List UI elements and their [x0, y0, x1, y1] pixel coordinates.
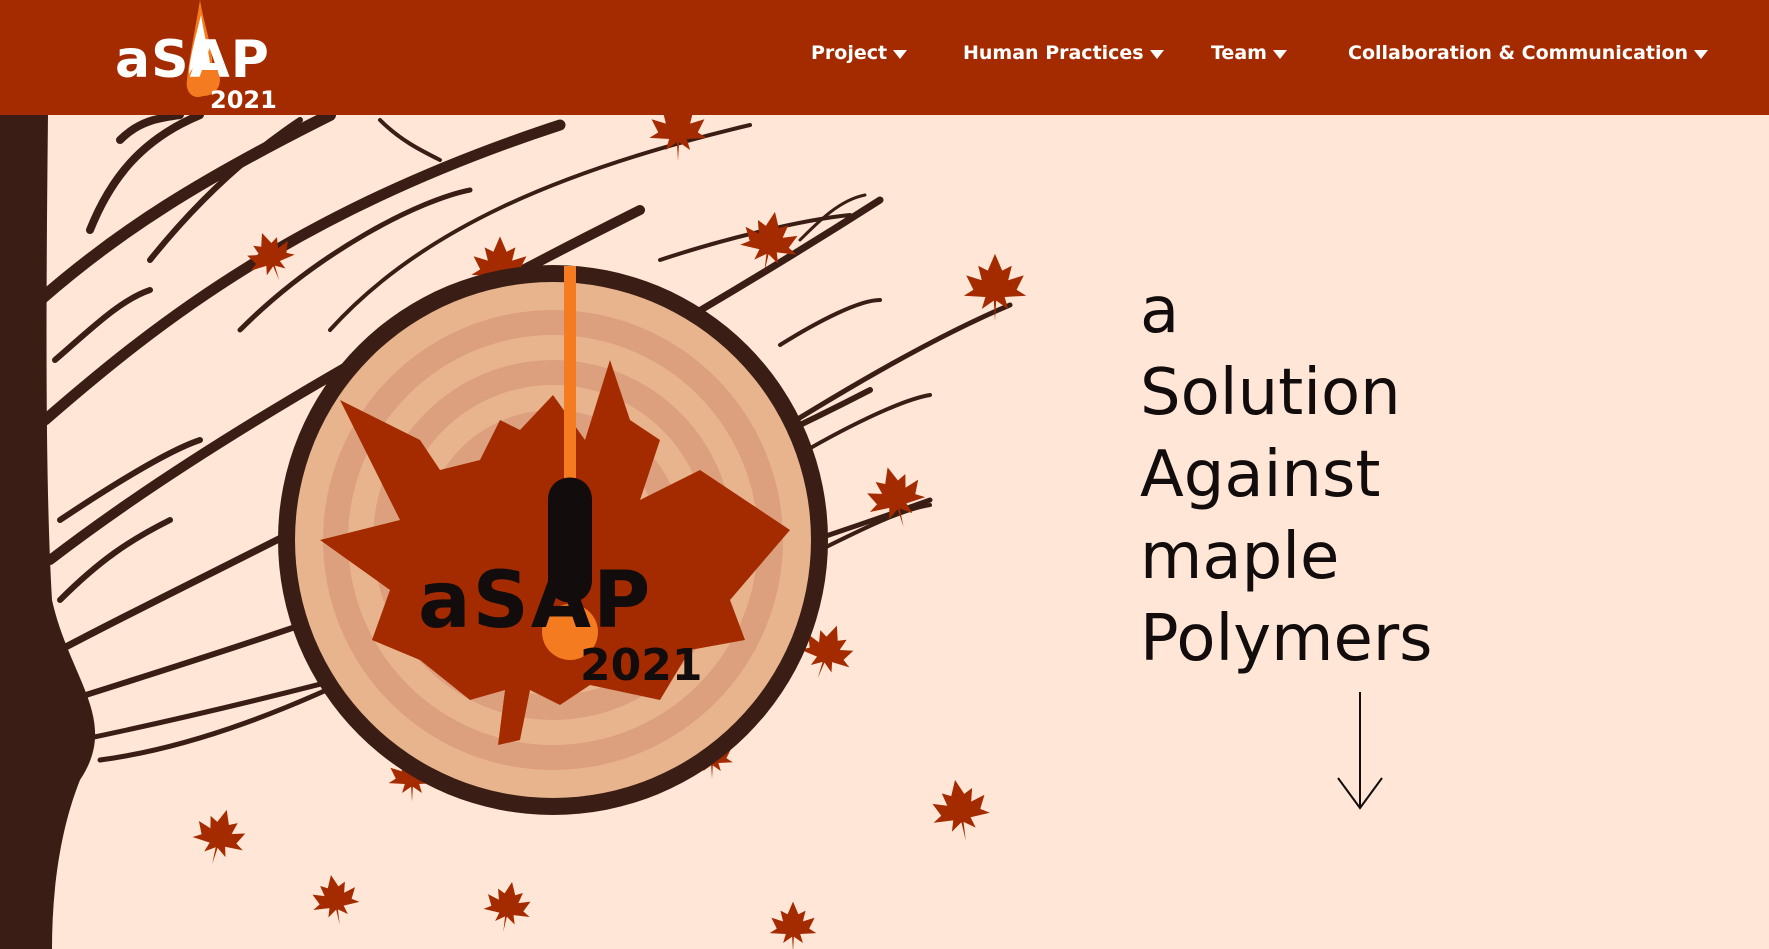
- wood-slice-emblem: [278, 265, 828, 815]
- top-navbar: aSAP 2021 Project Human Practices Team C…: [0, 0, 1769, 115]
- caret-down-icon: [1149, 49, 1164, 59]
- nav-item-team[interactable]: Team: [1211, 42, 1287, 64]
- caret-down-icon: [893, 49, 908, 59]
- nav-item-label: Team: [1211, 42, 1267, 64]
- brand-logo[interactable]: aSAP 2021: [115, 0, 285, 115]
- hero-illustration: aSAP 2021: [0, 0, 1769, 949]
- nav-item-label: Collaboration & Communication: [1348, 42, 1689, 64]
- nav-item-project[interactable]: Project: [811, 42, 908, 64]
- brand-logo-text: aSAP: [115, 30, 270, 90]
- tagline-line: Polymers: [1140, 602, 1433, 676]
- tagline-line: Against: [1140, 438, 1381, 512]
- nav-item-label: Project: [811, 42, 888, 64]
- caret-down-icon: [1272, 49, 1287, 59]
- tagline-line: a: [1140, 274, 1180, 348]
- caret-down-icon: [1694, 49, 1709, 59]
- tagline-line: Solution: [1140, 356, 1401, 430]
- brand-logo-year: 2021: [210, 86, 277, 114]
- emblem-logo-text: aSAP: [418, 556, 652, 646]
- emblem-year-text: 2021: [580, 640, 702, 691]
- nav-item-human-practices[interactable]: Human Practices: [963, 42, 1164, 64]
- scroll-down-arrow[interactable]: [1335, 690, 1385, 815]
- nav-item-collaboration-communication[interactable]: Collaboration & Communication: [1348, 42, 1709, 64]
- hero-tagline: a Solution Against maple Polymers: [1140, 270, 1433, 680]
- nav-item-label: Human Practices: [963, 42, 1144, 64]
- arrow-down-icon: [1337, 692, 1383, 810]
- tagline-line: maple: [1140, 520, 1340, 594]
